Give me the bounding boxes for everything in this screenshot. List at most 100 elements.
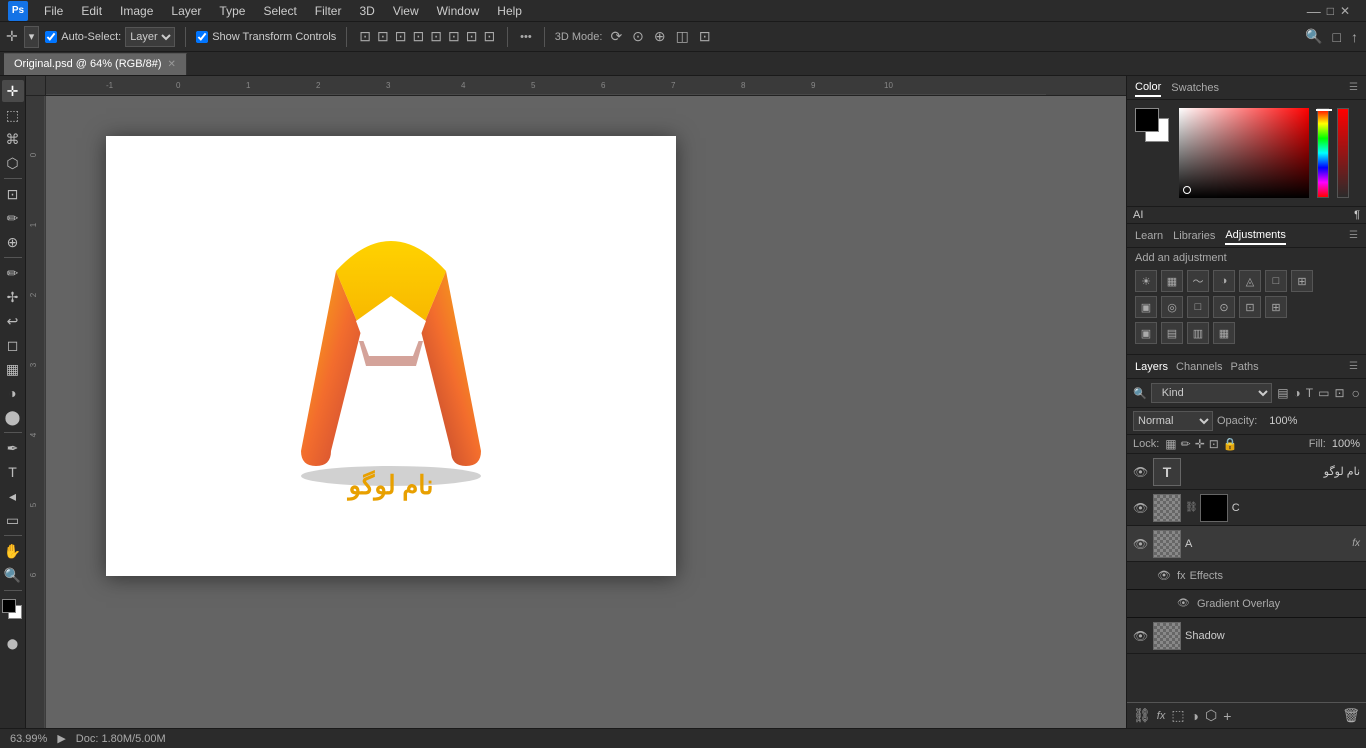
layer-eye-shadow[interactable]: 👁	[1133, 629, 1149, 643]
eraser-tool[interactable]: ◻	[2, 334, 24, 356]
menu-edit[interactable]: Edit	[73, 2, 110, 20]
layer-delete-btn[interactable]: 🗑	[1342, 707, 1360, 724]
tab-close-button[interactable]: ✕	[168, 59, 176, 70]
layers-tab[interactable]: Layers	[1135, 361, 1168, 373]
brush-tool[interactable]: ✏	[2, 262, 24, 284]
layer-eye-effects[interactable]: 👁	[1157, 569, 1173, 582]
menu-layer[interactable]: Layer	[163, 2, 209, 20]
3d-icon2[interactable]: ⊙	[630, 26, 646, 47]
status-arrow[interactable]: ▶	[57, 732, 65, 745]
menu-type[interactable]: Type	[211, 2, 253, 20]
lasso-tool[interactable]: ⌘	[2, 128, 24, 150]
layer-gradient-overlay[interactable]: 👁 Gradient Overlay	[1127, 590, 1366, 618]
paragraph-icon[interactable]: ¶	[1354, 209, 1360, 221]
move-tool[interactable]: ✛	[2, 80, 24, 102]
gradient-map-adj[interactable]: ▥	[1187, 322, 1209, 344]
align-bottom-icon[interactable]: ⊡	[464, 26, 480, 47]
tool-preset-button[interactable]: ▾	[24, 26, 40, 48]
invert-adj[interactable]: ▣	[1135, 322, 1157, 344]
quick-mask-btn[interactable]: ⬤	[2, 633, 24, 655]
foreground-swatch[interactable]	[1135, 108, 1159, 132]
distribute-h-icon[interactable]: ⊡	[411, 26, 427, 47]
threshold-adj[interactable]: ⊞	[1265, 296, 1287, 318]
selective-color-adj[interactable]: ▤	[1161, 322, 1183, 344]
auto-select-dropdown[interactable]: Layer	[125, 27, 175, 47]
layers-panel-menu[interactable]: ☰	[1349, 361, 1358, 372]
layer-eye-text[interactable]: 👁	[1133, 465, 1149, 479]
levels-adj[interactable]: ▦	[1161, 270, 1183, 292]
menu-filter[interactable]: Filter	[307, 2, 350, 20]
hand-tool[interactable]: ✋	[2, 540, 24, 562]
filter-smart-icon[interactable]: ⊡	[1333, 385, 1345, 401]
pen-tool[interactable]: ✒	[2, 437, 24, 459]
lock-transparent-icon[interactable]: ▦	[1165, 437, 1176, 451]
menu-select[interactable]: Select	[255, 2, 304, 20]
menu-3d[interactable]: 3D	[351, 2, 382, 20]
menu-view[interactable]: View	[385, 2, 427, 20]
3d-icon3[interactable]: ⊕	[652, 26, 668, 47]
filter-pixel-icon[interactable]: ▤	[1276, 385, 1289, 401]
exposure-adj[interactable]: ◑	[1213, 270, 1235, 292]
lock-all-icon[interactable]: 🔒	[1223, 437, 1238, 451]
clone-tool[interactable]: ✢	[2, 286, 24, 308]
color-panel-menu[interactable]: ☰	[1349, 82, 1358, 93]
path-select-tool[interactable]: ◂	[2, 485, 24, 507]
color-lookup-adj[interactable]: ⊙	[1213, 296, 1235, 318]
3d-icon4[interactable]: ◫	[674, 26, 691, 47]
3d-icon1[interactable]: ⟳	[608, 26, 624, 47]
transform-controls-checkbox[interactable]: Show Transform Controls	[196, 31, 336, 43]
adjustments-tab[interactable]: Adjustments	[1225, 227, 1286, 245]
layer-group-btn[interactable]: ⬡	[1205, 707, 1217, 724]
color-gradient-field[interactable]	[1179, 108, 1309, 198]
channel-mixer-adj[interactable]: □	[1187, 296, 1209, 318]
document-tab[interactable]: Original.psd @ 64% (RGB/8#) ✕	[4, 53, 187, 75]
lock-position-icon[interactable]: ✛	[1195, 437, 1205, 451]
photo-filter-adj[interactable]: ◎	[1161, 296, 1183, 318]
3d-icon5[interactable]: ⊡	[697, 26, 713, 47]
share-icon[interactable]: ↑	[1349, 27, 1360, 47]
align-center-icon[interactable]: ⊡	[375, 26, 391, 47]
layer-new-btn[interactable]: +	[1223, 708, 1231, 724]
lock-pixels-icon[interactable]: ✏	[1181, 437, 1191, 451]
crop-tool[interactable]: ⊡	[2, 183, 24, 205]
dodge-tool[interactable]: ⬤	[2, 406, 24, 428]
color-tab[interactable]: Color	[1135, 79, 1161, 97]
layer-mask-btn[interactable]: ⬚	[1171, 707, 1184, 724]
align-top-icon[interactable]: ⊡	[428, 26, 444, 47]
layer-item-shadow[interactable]: 👁 Shadow	[1127, 618, 1366, 654]
close-button[interactable]: ✕	[1340, 4, 1350, 18]
history-brush[interactable]: ↩	[2, 310, 24, 332]
healing-tool[interactable]: ⊕	[2, 231, 24, 253]
alpha-slider[interactable]	[1337, 108, 1349, 198]
blur-tool[interactable]: ◑	[2, 382, 24, 404]
zoom-tool[interactable]: 🔍	[2, 564, 24, 586]
adj-panel-menu[interactable]: ☰	[1349, 230, 1358, 241]
layer-item-a[interactable]: 👁 A fx	[1127, 526, 1366, 562]
align-right-icon[interactable]: ⊡	[393, 26, 409, 47]
layer-fx-btn[interactable]: fx	[1157, 710, 1166, 722]
filter-toggle[interactable]: ○	[1352, 385, 1360, 401]
menu-help[interactable]: Help	[489, 2, 530, 20]
paths-tab[interactable]: Paths	[1231, 361, 1259, 373]
ai-label[interactable]: AI	[1133, 209, 1143, 221]
gradient-tool[interactable]: ▦	[2, 358, 24, 380]
distribute-v-icon[interactable]: ⊡	[481, 26, 497, 47]
brightness-adj[interactable]: ☀	[1135, 270, 1157, 292]
vibrance-adj[interactable]: ◬	[1239, 270, 1261, 292]
align-left-icon[interactable]: ⊡	[357, 26, 373, 47]
blend-mode-select[interactable]: Normal	[1133, 411, 1213, 431]
workspace-icon[interactable]: □	[1331, 27, 1343, 47]
layer-effects-group[interactable]: 👁 fx Effects	[1127, 562, 1366, 590]
shape-tool[interactable]: ▭	[2, 509, 24, 531]
auto-select-checkbox[interactable]: Auto-Select: Layer	[45, 27, 175, 47]
learn-tab[interactable]: Learn	[1135, 228, 1163, 244]
hue-slider[interactable]	[1317, 108, 1329, 198]
text-tool[interactable]: T	[2, 461, 24, 483]
posterize-adj[interactable]: ⊡	[1239, 296, 1261, 318]
foreground-color[interactable]	[2, 599, 16, 613]
search-icon[interactable]: 🔍	[1303, 26, 1324, 47]
menu-file[interactable]: File	[36, 2, 71, 20]
minimize-button[interactable]: —	[1307, 3, 1321, 19]
bw-adj[interactable]: ▣	[1135, 296, 1157, 318]
menu-image[interactable]: Image	[112, 2, 161, 20]
